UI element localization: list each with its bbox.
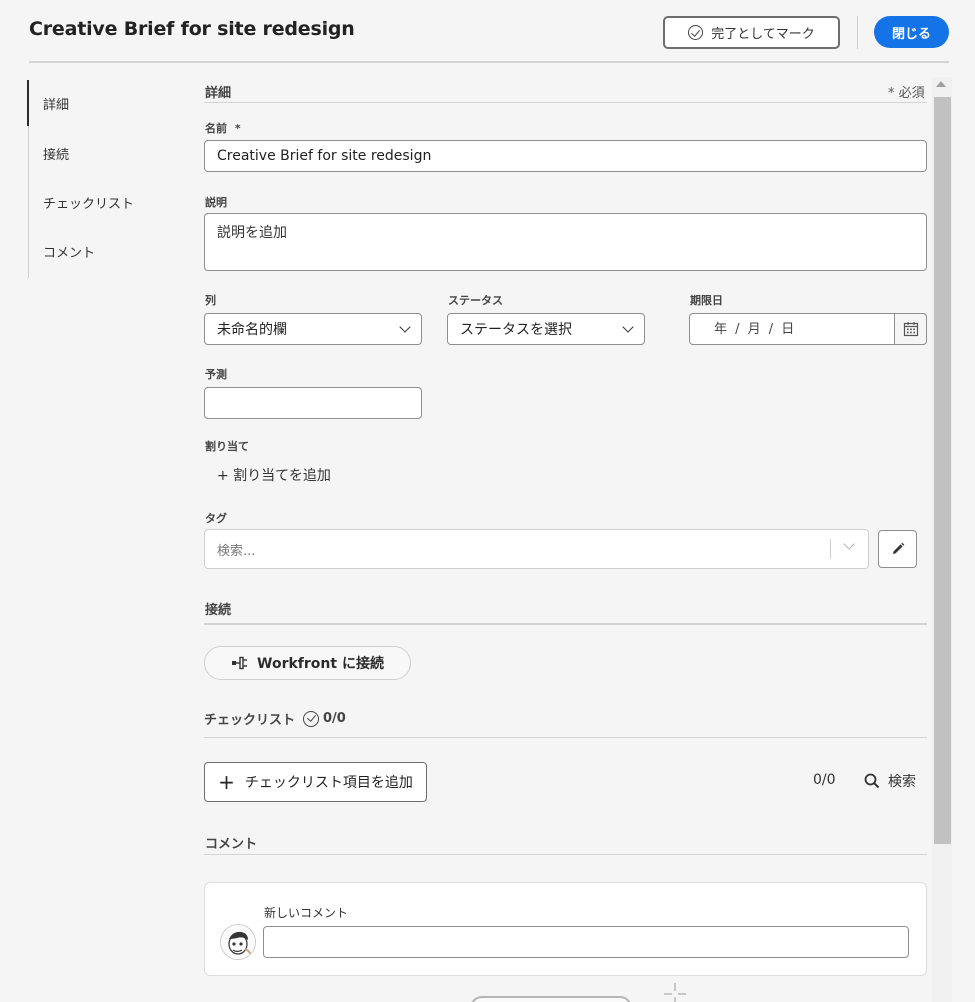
- due-date-label: 期限日: [690, 294, 723, 307]
- connections-heading: 接続: [205, 603, 232, 618]
- status-select[interactable]: ステータスを選択: [447, 313, 645, 345]
- plus-icon: +: [218, 770, 235, 794]
- checklist-heading: チェックリスト: [204, 713, 296, 728]
- nav-item-details[interactable]: 詳細: [43, 94, 69, 113]
- nav-item-connections[interactable]: 接続: [43, 144, 69, 163]
- mark-complete-label: 完了としてマーク: [711, 27, 815, 42]
- cursor-crosshair-icon: [664, 983, 686, 1002]
- header-rule: [29, 61, 949, 63]
- connections-rule: [204, 623, 927, 625]
- status-select-value: ステータスを選択: [460, 322, 572, 338]
- checklist-progress: 0/0: [323, 711, 346, 726]
- avatar: [220, 924, 256, 960]
- page-title: Creative Brief for site redesign: [29, 18, 355, 40]
- checklist-search-button[interactable]: 検索: [864, 771, 916, 791]
- name-input[interactable]: Creative Brief for site redesign: [204, 140, 927, 172]
- tags-search-input[interactable]: [204, 529, 869, 569]
- tags-dropdown-toggle[interactable]: [843, 538, 855, 550]
- tags-search-placeholder: 検索...: [217, 544, 256, 559]
- check-circle-icon: [303, 710, 320, 727]
- partial-bottom-button[interactable]: [470, 996, 632, 1002]
- name-label: 名前 *: [205, 120, 241, 136]
- add-checklist-item-label: チェックリスト項目を追加: [244, 775, 413, 791]
- estimate-label: 予測: [205, 368, 227, 381]
- required-note: * 必須: [888, 86, 925, 101]
- new-comment-label: 新しいコメント: [264, 906, 349, 920]
- connect-workfront-label: Workfront に接続: [257, 656, 384, 672]
- checklist-search-label: 検索: [888, 774, 916, 790]
- header-divider: [857, 16, 858, 49]
- close-button[interactable]: 閉じる: [874, 16, 949, 48]
- side-nav: 詳細 接続 チェックリスト コメント: [28, 80, 168, 278]
- search-icon: [864, 773, 880, 789]
- calendar-icon: [903, 322, 918, 337]
- status-label: ステータス: [448, 294, 503, 307]
- chevron-down-icon: [622, 321, 634, 333]
- description-textarea[interactable]: 説明を追加: [204, 213, 927, 271]
- column-select-value: 未命名的欄: [217, 322, 287, 338]
- description-label: 説明: [205, 196, 227, 209]
- connect-workfront-button[interactable]: Workfront に接続: [204, 646, 411, 680]
- required-asterisk: *: [234, 122, 241, 135]
- assign-label: 割り当て: [205, 440, 249, 453]
- checklist-heading-row: チェックリスト 0/0: [204, 709, 346, 728]
- mark-complete-button[interactable]: 完了としてマーク: [663, 16, 840, 49]
- tags-divider: [830, 539, 831, 559]
- details-rule: [204, 102, 927, 103]
- comments-heading: コメント: [205, 837, 258, 852]
- scroll-up-arrow-icon[interactable]: [936, 81, 946, 87]
- column-select[interactable]: 未命名的欄: [204, 313, 422, 345]
- edit-tags-button[interactable]: [878, 530, 917, 568]
- details-heading: 詳細: [205, 86, 232, 101]
- new-comment-input[interactable]: [263, 926, 909, 958]
- pencil-icon: [892, 542, 904, 554]
- nav-active-indicator: [27, 80, 29, 126]
- checklist-rule: [204, 737, 927, 738]
- calendar-button[interactable]: [894, 313, 927, 345]
- nav-item-comments[interactable]: コメント: [43, 242, 95, 261]
- check-circle-icon: [688, 25, 704, 40]
- checklist-count: 0/0: [813, 772, 836, 788]
- workfront-connect-icon: [232, 656, 248, 670]
- column-label: 列: [205, 294, 216, 307]
- comments-rule: [204, 854, 927, 855]
- scrollbar-thumb[interactable]: [934, 97, 951, 844]
- add-assignment-link[interactable]: + 割り当てを追加: [217, 465, 331, 485]
- chevron-down-icon: [399, 321, 411, 333]
- estimate-input[interactable]: [204, 387, 422, 419]
- tags-label: タグ: [205, 512, 227, 525]
- name-label-text: 名前: [205, 122, 227, 135]
- add-checklist-item-button[interactable]: + チェックリスト項目を追加: [204, 762, 427, 802]
- due-date-placeholder: 年 / 月 / 日: [714, 322, 795, 337]
- nav-item-checklist[interactable]: チェックリスト: [43, 193, 134, 212]
